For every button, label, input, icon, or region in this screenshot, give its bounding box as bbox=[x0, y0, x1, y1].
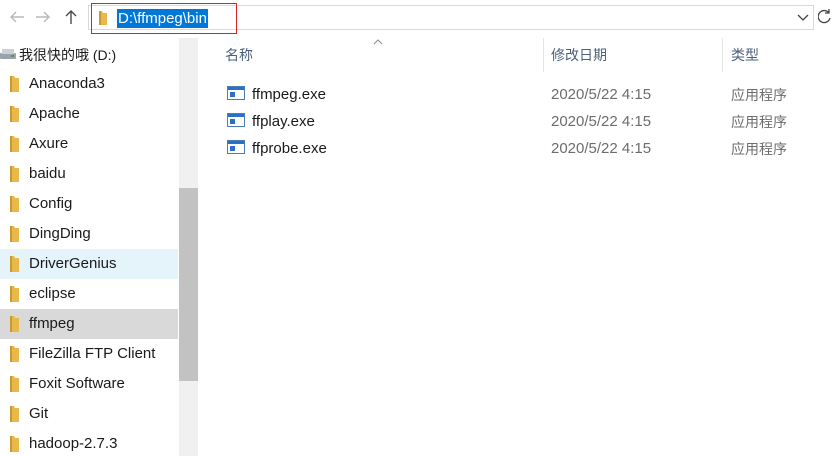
sidebar-item-git[interactable]: Git bbox=[0, 399, 178, 429]
sidebar-item-label: DriverGenius bbox=[29, 255, 117, 272]
file-type: 应用程序 bbox=[731, 114, 787, 130]
sidebar-item-ffmpeg[interactable]: ffmpeg bbox=[0, 309, 178, 339]
folder-icon bbox=[10, 376, 19, 392]
file-row-ffprobe[interactable]: ffprobe.exe 2020/5/22 4:15 应用程序 bbox=[198, 135, 834, 162]
sidebar-item-label: Apache bbox=[29, 105, 80, 122]
address-bar[interactable]: D:\ffmpeg\bin bbox=[88, 3, 814, 34]
address-dropdown-button[interactable] bbox=[795, 10, 811, 26]
sidebar-item-label: Config bbox=[29, 195, 73, 212]
forward-button[interactable] bbox=[32, 6, 54, 28]
up-button[interactable] bbox=[60, 6, 82, 28]
file-modified: 2020/5/22 4:15 bbox=[551, 86, 652, 103]
sidebar-item-label: Foxit Software bbox=[29, 375, 125, 392]
drive-icon bbox=[0, 49, 16, 59]
file-type: 应用程序 bbox=[731, 141, 787, 157]
sidebar-item-label: Axure bbox=[29, 135, 69, 152]
arrow-left-icon bbox=[10, 11, 24, 23]
navigation-pane: 我很快的哦 (D:) Anaconda3 Apache Axure baidu … bbox=[0, 38, 198, 456]
sidebar-item-eclipse[interactable]: eclipse bbox=[0, 279, 178, 309]
sidebar-item-label: Git bbox=[29, 405, 49, 422]
folder-icon bbox=[10, 436, 19, 452]
folder-icon bbox=[10, 226, 19, 242]
sidebar-item-label: ffmpeg bbox=[29, 315, 75, 332]
folder-icon bbox=[10, 76, 19, 92]
sidebar-item-label: hadoop-2.7.3 bbox=[29, 435, 118, 452]
column-divider[interactable] bbox=[722, 38, 723, 72]
sidebar-item-label: 我很快的哦 (D:) bbox=[19, 47, 117, 63]
file-name: ffmpeg.exe bbox=[252, 86, 326, 103]
folder-icon bbox=[10, 136, 19, 152]
sidebar-item-foxit-software[interactable]: Foxit Software bbox=[0, 369, 178, 399]
folder-icon bbox=[10, 106, 19, 122]
application-icon bbox=[227, 86, 245, 100]
sidebar-item-anaconda3[interactable]: Anaconda3 bbox=[0, 69, 178, 99]
sidebar-item-label: DingDing bbox=[29, 225, 91, 242]
file-row-ffplay[interactable]: ffplay.exe 2020/5/22 4:15 应用程序 bbox=[198, 108, 834, 135]
back-button[interactable] bbox=[6, 6, 28, 28]
file-explorer-window: D:\ffmpeg\bin 我很快的哦 (D:) Anaconda3 Apach… bbox=[0, 0, 834, 456]
file-modified: 2020/5/22 4:15 bbox=[551, 140, 652, 157]
column-header-name[interactable]: 名称 bbox=[225, 47, 253, 64]
column-divider[interactable] bbox=[543, 38, 544, 72]
file-type: 应用程序 bbox=[731, 87, 787, 103]
folder-icon bbox=[10, 406, 19, 422]
folder-icon bbox=[10, 316, 19, 332]
navigation-bar: D:\ffmpeg\bin bbox=[0, 0, 834, 36]
file-modified: 2020/5/22 4:15 bbox=[551, 113, 652, 130]
address-path[interactable]: D:\ffmpeg\bin bbox=[117, 9, 208, 28]
sidebar-item-apache[interactable]: Apache bbox=[0, 99, 178, 129]
sidebar-item-drive-d[interactable]: 我很快的哦 (D:) bbox=[0, 40, 178, 70]
file-row-ffmpeg[interactable]: ffmpeg.exe 2020/5/22 4:15 应用程序 bbox=[198, 81, 834, 108]
sidebar-scrollbar[interactable] bbox=[179, 38, 198, 456]
sidebar-item-axure[interactable]: Axure bbox=[0, 129, 178, 159]
application-icon bbox=[227, 140, 245, 154]
sidebar-item-label: Anaconda3 bbox=[29, 75, 105, 92]
refresh-icon[interactable] bbox=[818, 9, 832, 25]
arrow-up-icon bbox=[65, 10, 77, 24]
chevron-down-icon bbox=[797, 14, 809, 21]
sidebar-item-hadoop[interactable]: hadoop-2.7.3 bbox=[0, 429, 178, 456]
folder-icon bbox=[10, 286, 19, 302]
sidebar-item-config[interactable]: Config bbox=[0, 189, 178, 219]
folder-icon bbox=[99, 11, 107, 25]
folder-icon bbox=[10, 196, 19, 212]
column-header-modified[interactable]: 修改日期 bbox=[551, 47, 607, 64]
sidebar-item-dingding[interactable]: DingDing bbox=[0, 219, 178, 249]
folder-icon bbox=[10, 256, 19, 272]
sort-ascending-icon bbox=[373, 39, 383, 45]
folder-icon bbox=[10, 346, 19, 362]
sidebar-item-baidu[interactable]: baidu bbox=[0, 159, 178, 189]
application-icon bbox=[227, 113, 245, 127]
file-list-pane: 名称 修改日期 类型 ffmpeg.exe 2020/5/22 4:15 应用程… bbox=[198, 38, 834, 456]
arrow-right-icon bbox=[36, 11, 50, 23]
sidebar-item-label: FileZilla FTP Client bbox=[29, 345, 156, 362]
folder-icon bbox=[10, 166, 19, 182]
column-header-type[interactable]: 类型 bbox=[731, 47, 759, 64]
sidebar-item-label: eclipse bbox=[29, 285, 76, 302]
sidebar-scrollbar-thumb[interactable] bbox=[179, 188, 198, 381]
sidebar-item-filezilla[interactable]: FileZilla FTP Client bbox=[0, 339, 178, 369]
sidebar-item-drivergenius[interactable]: DriverGenius bbox=[0, 249, 178, 279]
column-header-row: 名称 修改日期 类型 bbox=[198, 38, 834, 72]
file-name: ffplay.exe bbox=[252, 113, 315, 130]
file-name: ffprobe.exe bbox=[252, 140, 327, 157]
sidebar-item-label: baidu bbox=[29, 165, 66, 182]
